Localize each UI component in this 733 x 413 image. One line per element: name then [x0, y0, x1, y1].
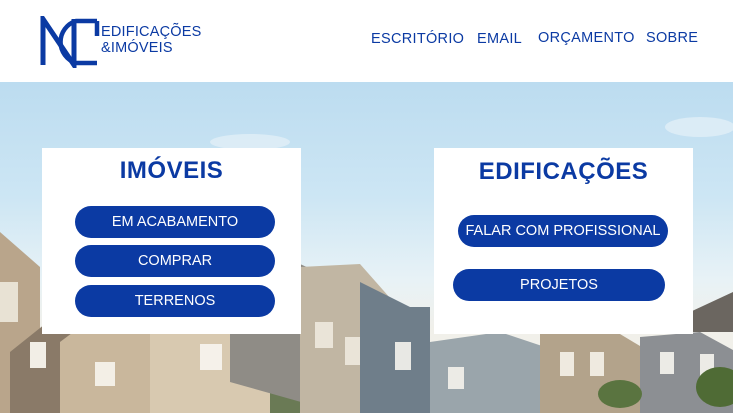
logo-icon[interactable]: [40, 16, 100, 68]
imoveis-card: IMÓVEIS EM ACABAMENTO COMPRAR TERRENOS: [42, 148, 301, 334]
edificacoes-card: EDIFICAÇÕES FALAR COM PROFISSIONAL PROJE…: [434, 148, 693, 334]
site-header: EDIFICAÇÕES &IMÓVEIS ESCRITÓRIO EMAIL OR…: [0, 0, 733, 82]
edificacoes-title: EDIFICAÇÕES: [478, 158, 649, 185]
projetos-button[interactable]: PROJETOS: [453, 269, 665, 301]
imoveis-title: IMÓVEIS: [119, 157, 224, 184]
nav-item-escritorio[interactable]: ESCRITÓRIO: [371, 31, 464, 47]
falar-com-profissional-button[interactable]: FALAR COM PROFISSIONAL: [458, 215, 668, 247]
logo-text[interactable]: EDIFICAÇÕES &IMÓVEIS: [101, 24, 202, 56]
nav-item-email[interactable]: EMAIL: [477, 31, 522, 47]
em-acabamento-button[interactable]: EM ACABAMENTO: [75, 206, 275, 238]
logo-line-2: &IMÓVEIS: [101, 40, 173, 56]
comprar-button[interactable]: COMPRAR: [75, 245, 275, 277]
logo-line-1: EDIFICAÇÕES: [101, 24, 202, 40]
terrenos-button[interactable]: TERRENOS: [75, 285, 275, 317]
nav-item-orcamento[interactable]: ORÇAMENTO: [538, 30, 635, 46]
nav-item-sobre[interactable]: SOBRE: [646, 30, 698, 46]
hero-section: IMÓVEIS EM ACABAMENTO COMPRAR TERRENOS E…: [0, 82, 733, 413]
